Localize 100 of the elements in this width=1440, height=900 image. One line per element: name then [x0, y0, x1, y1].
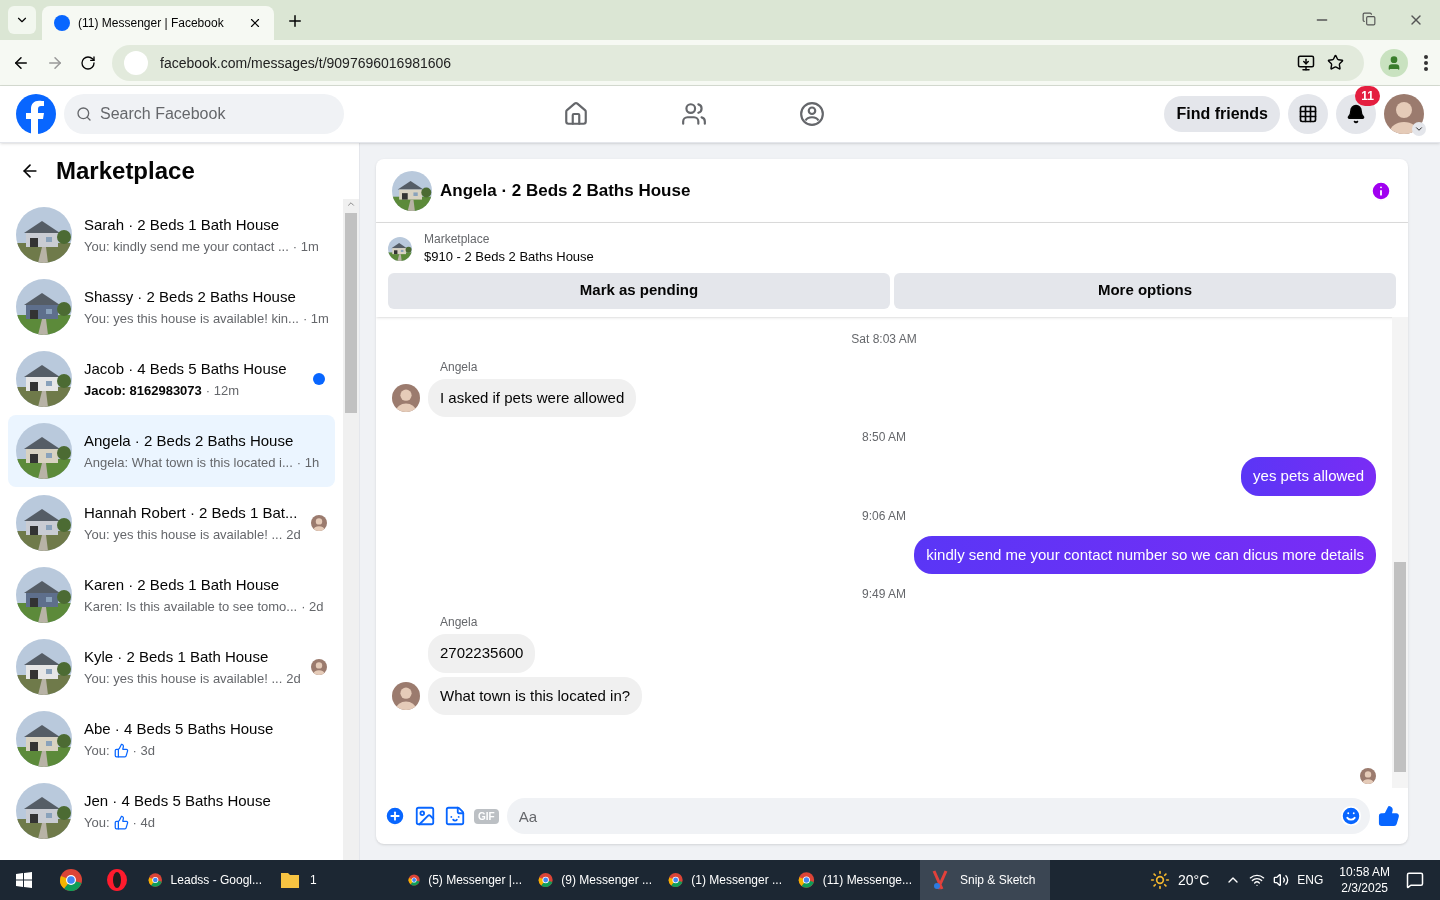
new-tab-icon[interactable] — [286, 12, 304, 30]
profile-icon[interactable] — [1380, 48, 1408, 77]
conversation-title: Angela · 2 Beds 2 Baths House — [84, 431, 295, 451]
taskbar-item[interactable]: (9) Messenger ... — [530, 860, 660, 900]
weather-icon — [1150, 870, 1170, 890]
taskbar-item[interactable]: 1 — [270, 860, 400, 900]
address-bar[interactable]: facebook.com/messages/t/9097696016981606 — [112, 44, 1364, 81]
message-preview: You: — [84, 813, 110, 832]
facebook-logo-icon[interactable] — [16, 94, 56, 134]
message-bubble: 2702235600 — [428, 634, 536, 673]
message-preview: Karen: Is this available to see tomo... — [84, 597, 298, 616]
groups-icon[interactable] — [799, 101, 826, 127]
windows-icon[interactable] — [16, 872, 32, 888]
listing-action-button[interactable]: More options — [894, 272, 1396, 309]
message-bubble: yes pets allowed — [1241, 457, 1376, 496]
scrollbar[interactable] — [343, 199, 359, 860]
clock[interactable]: 10:58 AM 2/3/2025 — [1339, 864, 1390, 896]
conversation-item[interactable]: Sarah · 2 Beds 1 Bath House You: kindly send me your contact ... · 1m — [8, 199, 335, 271]
conversation-title: Abe · 4 Beds 5 Baths House — [84, 719, 275, 739]
facebook-logo-icon — [54, 15, 70, 31]
message-bubble: kindly send me your contact number so we can dicus more details — [914, 535, 1376, 574]
user-avatar — [392, 383, 420, 412]
network-icon[interactable] — [1249, 872, 1266, 888]
add-icon[interactable] — [384, 805, 406, 827]
scrollbar[interactable] — [1392, 316, 1408, 788]
user-avatar — [311, 659, 327, 675]
search-icon — [76, 106, 92, 122]
browser-icon — [105, 868, 129, 892]
menu-button[interactable] — [1288, 94, 1328, 134]
like-icon[interactable] — [1378, 805, 1400, 827]
bookmark-icon[interactable] — [1327, 54, 1344, 71]
search-field[interactable]: Search Facebook — [64, 94, 344, 134]
tab-title: (11) Messenger | Facebook — [78, 15, 225, 31]
message-time: · 1m — [302, 309, 329, 328]
message-field[interactable]: Aa — [506, 798, 1370, 834]
language-indicator[interactable]: ENG — [1297, 872, 1324, 888]
sidebar-title: Marketplace — [56, 156, 195, 186]
photo-icon[interactable] — [414, 805, 436, 827]
menu-icon[interactable] — [1424, 54, 1428, 71]
message-bubble: What town is this located in? — [428, 676, 643, 715]
message-preview: You: yes this house is available! ... — [84, 525, 283, 544]
timestamp: 9:49 AM — [862, 586, 906, 603]
emoji-icon[interactable] — [1340, 805, 1362, 827]
message-time: · 3d — [132, 741, 155, 760]
message-preview: Angela: What town is this located i... — [84, 453, 293, 472]
conversation-title: Kyle · 2 Beds 1 Bath House — [84, 647, 270, 667]
conversation-title: Jacob · 4 Beds 5 Baths House — [84, 359, 288, 379]
user-avatar — [311, 515, 327, 531]
taskbar-item[interactable]: Snip & Sketch — [920, 860, 1050, 900]
conversation-item[interactable]: Hannah Robert · 2 Beds 1 Bat... You: yes this house is available! ... 2d — [8, 487, 335, 559]
account-menu-icon[interactable] — [1412, 122, 1426, 136]
notifications-icon[interactable] — [1406, 871, 1424, 889]
restore-icon[interactable] — [1362, 12, 1376, 26]
conversation-item[interactable]: Jacob · 4 Beds 5 Baths House Jacob: 8162983073 · 12m — [8, 343, 335, 415]
like-icon — [113, 814, 129, 830]
browser-icon — [59, 868, 83, 892]
sticker-icon[interactable] — [444, 805, 466, 827]
timestamp: 9:06 AM — [862, 507, 906, 525]
conversation-item[interactable]: Angela · 2 Beds 2 Baths House Angela: What town is this located i... · 1h — [8, 415, 335, 487]
install-icon[interactable] — [1297, 53, 1315, 72]
like-icon — [113, 742, 129, 758]
message-preview: You: yes this house is available! ... — [84, 669, 283, 688]
message-time: · 12m — [205, 381, 240, 400]
volume-icon[interactable] — [1273, 872, 1290, 888]
notification-badge: 11 — [1355, 86, 1380, 106]
conversation-item[interactable]: Jen · 4 Beds 5 Baths House You: · 4d — [8, 775, 335, 847]
url-text: facebook.com/messages/t/9097696016981606 — [160, 53, 453, 73]
info-icon[interactable] — [1370, 179, 1392, 202]
conversation-item[interactable]: Karen · 2 Beds 1 Bath House Karen: Is this available to see tomo... · 2d — [8, 559, 335, 631]
message-preview: You: yes this house is available! kin... — [84, 309, 299, 328]
weather-temperature: 20°C — [1178, 871, 1210, 890]
close-icon[interactable] — [248, 16, 262, 30]
conversation-title: Karen · 2 Beds 1 Bath House — [84, 575, 281, 595]
conversation-item[interactable]: Shassy · 2 Beds 2 Baths House You: yes this house is available! kin... · 1m — [8, 271, 335, 343]
timestamp: Sat 8:03 AM — [851, 330, 917, 348]
message-time: 2d — [286, 525, 301, 544]
browser-tab[interactable]: (11) Messenger | Facebook — [42, 6, 274, 40]
friends-icon[interactable] — [681, 101, 708, 127]
timestamp: 8:50 AM — [862, 429, 906, 446]
conversation-title: Sarah · 2 Beds 1 Bath House — [84, 215, 281, 235]
find-friends-button[interactable]: Find friends — [1164, 96, 1280, 132]
conversation-item[interactable]: Abe · 4 Beds 5 Baths House You: · 3d — [8, 703, 335, 775]
home-icon[interactable] — [563, 101, 590, 127]
conversation-item[interactable]: Kyle · 2 Beds 1 Bath House You: yes this house is available! ... 2d — [8, 631, 335, 703]
listing-label: Marketplace — [424, 231, 491, 247]
taskbar-item[interactable]: Leadss - Googl... — [140, 860, 270, 900]
scrollbar-thumb[interactable] — [1394, 562, 1406, 772]
conversation-title: Shassy · 2 Beds 2 Baths House — [84, 287, 297, 307]
scrollbar-thumb[interactable] — [345, 213, 357, 413]
listing-action-button[interactable]: Mark as pending — [388, 272, 890, 309]
user-avatar — [392, 681, 420, 710]
message-preview: You: — [84, 741, 110, 760]
taskbar-item[interactable]: (5) Messenger |... — [400, 860, 530, 900]
taskbar-item[interactable]: (11) Messenge... — [790, 860, 920, 900]
taskbar-item[interactable]: (1) Messenger ... — [660, 860, 790, 900]
user-avatar — [1384, 94, 1424, 134]
bell-icon — [1346, 104, 1366, 124]
sender-name: Angela — [440, 614, 479, 630]
reload-icon[interactable] — [80, 54, 96, 71]
sender-name: Angela — [440, 358, 479, 375]
